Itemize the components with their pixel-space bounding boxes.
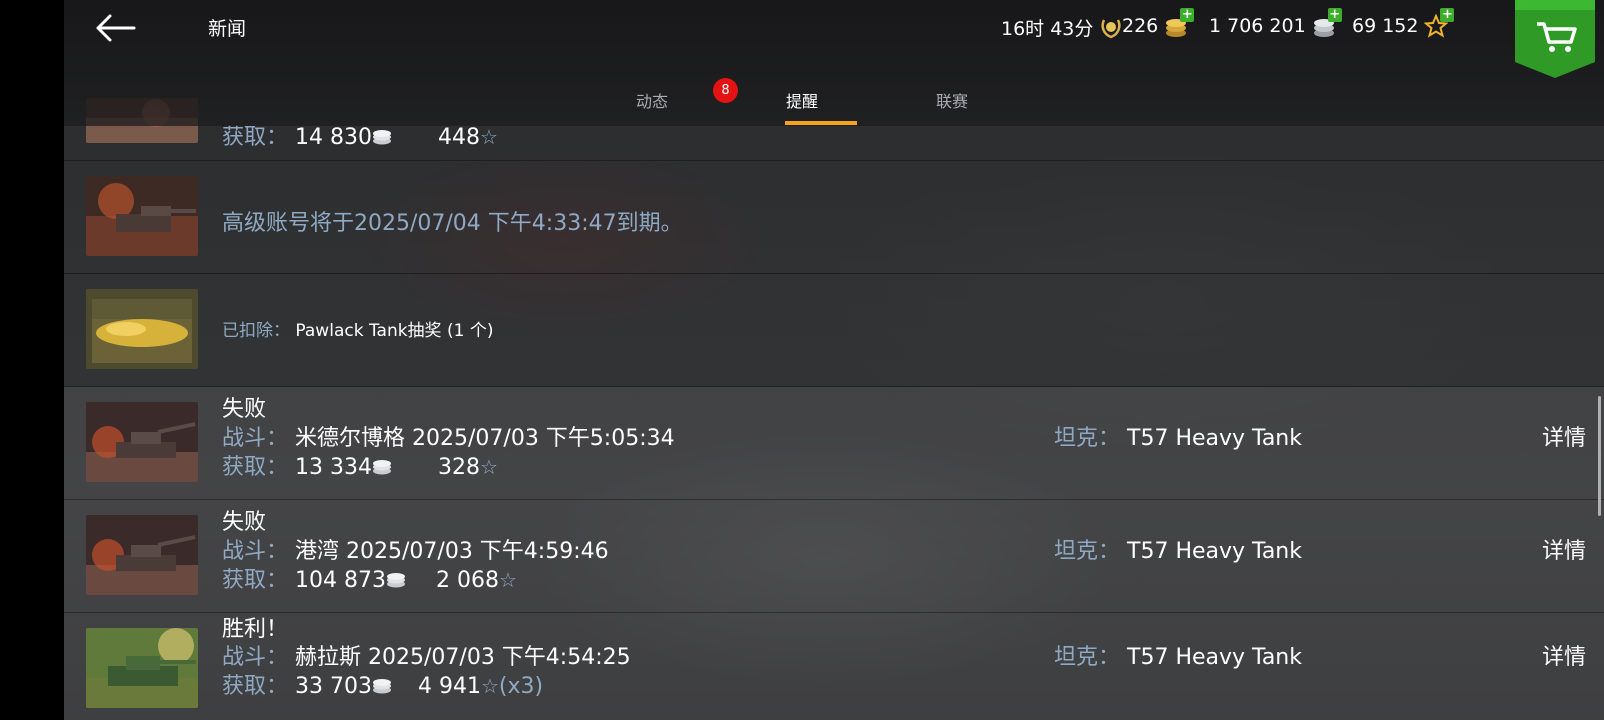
battle-label: 战斗： [222,539,289,564]
earned-silver: 33 703 [295,674,372,699]
earned-silver: 14 830 [295,125,372,150]
deducted-item: Pawlack Tank抽奖 (1 个) [295,321,494,341]
battle-info: 赫拉斯 2025/07/03 下午4:54:25 [295,645,631,670]
silver-coin-icon [373,130,391,145]
back-arrow-icon[interactable] [94,10,140,46]
active-tab-indicator [785,121,857,125]
shopping-cart-icon [1515,0,1595,78]
battle-label: 战斗： [222,426,289,451]
earned-line: 获取： 13 334 328☆ [222,449,498,481]
tank-line: 坦克： T57 Heavy Tank [1054,639,1302,671]
xp-star-icon: ☆ [480,674,499,698]
earned-line: 获取： 104 873 2 068☆ [222,562,517,594]
earned-xp: 328 [438,455,480,480]
list-item-premium-notice: 高级账号将于2025/07/04 下午4:33:47到期。 [64,161,1604,274]
battle-item[interactable]: 失败 战斗： 港湾 2025/07/03 下午4:59:46 获取： 104 8… [64,500,1604,613]
news-screen: 获取： 14 830 448☆ 高级账号将于2025/07/04 下午4:33:… [64,0,1604,720]
silver-coin-icon [373,460,391,475]
battle-info: 米德尔博格 2025/07/03 下午5:05:34 [295,426,675,451]
tab-activity[interactable]: 动态 [636,88,668,112]
details-button[interactable]: 详情 [1542,639,1586,671]
earned-xp: 2 068 [436,568,499,593]
silver-coin-icon [387,573,405,588]
top-bar: 新闻 16时 43分 226 + 1 706 201 + 69 152 + 动态… [64,0,1604,126]
battle-line: 战斗： 港湾 2025/07/03 下午4:59:46 [222,533,609,565]
tank-thumbnail [86,402,198,482]
tank-line: 坦克： T57 Heavy Tank [1054,533,1302,565]
earned-label: 获取： [222,455,289,480]
earned-silver: 104 873 [295,568,386,593]
list-item-deducted: 已扣除： Pawlack Tank抽奖 (1 个) [64,274,1604,387]
premium-laurel-icon [1101,18,1121,38]
battle-line: 战斗： 米德尔博格 2025/07/03 下午5:05:34 [222,420,675,452]
xp-star-icon: ☆ [480,125,498,149]
tank-label: 坦克： [1054,645,1121,670]
premium-time-value: 16时 43分 [1001,18,1094,40]
tank-name: T57 Heavy Tank [1127,645,1302,670]
silver-coins-icon: + [1312,8,1342,38]
add-free-xp-icon[interactable]: + [1440,8,1455,22]
xp-multiplier: (x3) [498,674,544,699]
add-gold-icon[interactable]: + [1180,8,1195,22]
tank-line: 坦克： T57 Heavy Tank [1054,420,1302,452]
premium-thumbnail [86,176,198,256]
xp-star-icon: ☆ [498,568,517,592]
battle-item[interactable]: 胜利！ 战斗： 赫拉斯 2025/07/03 下午4:54:25 获取： 33 … [64,613,1604,720]
tab-league[interactable]: 联赛 [936,88,968,112]
free-xp-balance[interactable]: 69 152 + [1352,8,1455,38]
details-button[interactable]: 详情 [1542,420,1586,452]
earned-label: 获取： [222,125,289,150]
earned-line: 获取： 33 703 4 941☆(x3) [222,668,543,700]
free-xp-value: 69 152 [1352,15,1419,37]
free-xp-star-icon: + [1423,8,1455,38]
earned-xp: 448 [438,125,480,150]
gold-coins-icon: + [1164,8,1195,38]
battle-item[interactable]: 失败 战斗： 米德尔博格 2025/07/03 下午5:05:34 获取： 13… [64,387,1604,500]
earned-xp: 4 941 [418,674,481,699]
gold-balance[interactable]: 226 + [1122,8,1195,38]
shop-button[interactable] [1515,0,1595,78]
battle-result: 失败 [222,397,267,422]
tab-reminders[interactable]: 提醒 [786,88,818,112]
tank-name: T57 Heavy Tank [1127,539,1302,564]
add-silver-icon[interactable]: + [1327,8,1342,22]
tab-activity-badge: 8 [713,78,738,103]
deducted-line: 已扣除： Pawlack Tank抽奖 (1 个) [222,316,493,341]
battle-result: 失败 [222,510,267,535]
xp-star-icon: ☆ [480,455,498,479]
silver-value: 1 706 201 [1209,15,1306,37]
premium-expiry-message: 高级账号将于2025/07/04 下午4:33:47到期。 [222,211,683,236]
silver-balance[interactable]: 1 706 201 + [1209,8,1342,38]
tank-label: 坦克： [1054,539,1121,564]
deducted-label: 已扣除： [222,321,290,341]
page-title: 新闻 [208,18,247,40]
premium-time[interactable]: 16时 43分 [1001,14,1123,41]
list-scrollbar[interactable] [1598,396,1601,516]
tank-thumbnail [86,515,198,595]
gold-value: 226 [1122,15,1159,37]
earned-label: 获取： [222,568,289,593]
gold-chest-thumbnail [86,289,198,369]
details-button[interactable]: 详情 [1542,533,1586,565]
tank-label: 坦克： [1054,426,1121,451]
silver-coin-icon [373,679,391,694]
battle-info: 港湾 2025/07/03 下午4:59:46 [295,539,609,564]
tank-name: T57 Heavy Tank [1127,426,1302,451]
tank-thumbnail [86,628,198,708]
battle-line: 战斗： 赫拉斯 2025/07/03 下午4:54:25 [222,639,631,671]
earned-silver: 13 334 [295,455,372,480]
battle-label: 战斗： [222,645,289,670]
earned-label: 获取： [222,674,289,699]
